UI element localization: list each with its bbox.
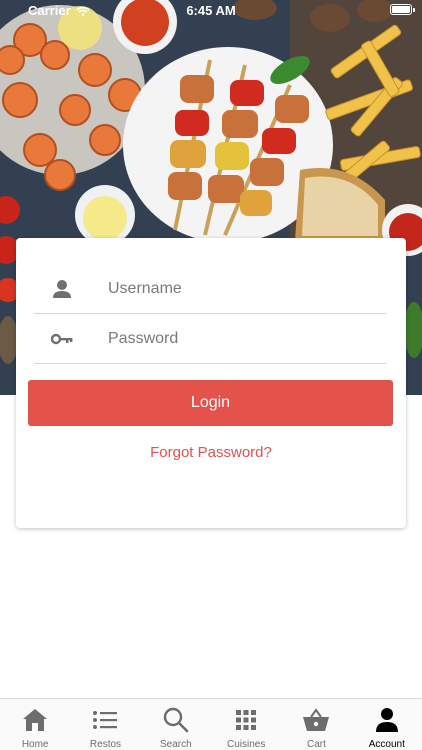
tab-bar: Home Restos Search Cuisines Cart Account (0, 698, 422, 750)
username-field[interactable] (34, 264, 386, 314)
username-input[interactable] (108, 279, 386, 298)
search-icon (163, 707, 189, 733)
tab-cart[interactable]: Cart (281, 699, 351, 750)
person-icon (375, 707, 399, 733)
status-bar: Carrier 6:45 AM (0, 0, 422, 20)
tab-search-label: Search (159, 739, 192, 750)
tab-search[interactable]: Search (141, 699, 211, 750)
tab-account-label: Account (368, 739, 405, 750)
tab-cuisines[interactable]: Cuisines (211, 699, 281, 750)
battery-icon (390, 4, 415, 15)
person-icon (34, 279, 90, 299)
home-icon (22, 707, 48, 733)
forgot-password-link[interactable]: Forgot Password? (16, 444, 406, 461)
grid-icon (235, 707, 257, 733)
tab-cuisines-label: Cuisines (226, 739, 266, 750)
tab-restos[interactable]: Restos (70, 699, 140, 750)
tab-account[interactable]: Account (352, 699, 422, 750)
basket-icon (302, 707, 330, 733)
login-button[interactable]: Login (28, 380, 393, 426)
status-time: 6:45 AM (186, 3, 236, 18)
tab-home-label: Home (21, 739, 49, 750)
key-icon (34, 333, 90, 345)
password-field[interactable] (34, 314, 386, 364)
list-icon (92, 707, 118, 733)
tab-restos-label: Restos (89, 739, 122, 750)
tab-cart-label: Cart (307, 739, 326, 750)
password-input[interactable] (108, 329, 386, 348)
login-card: Login Forgot Password? (16, 238, 406, 528)
tab-home[interactable]: Home (0, 699, 70, 750)
